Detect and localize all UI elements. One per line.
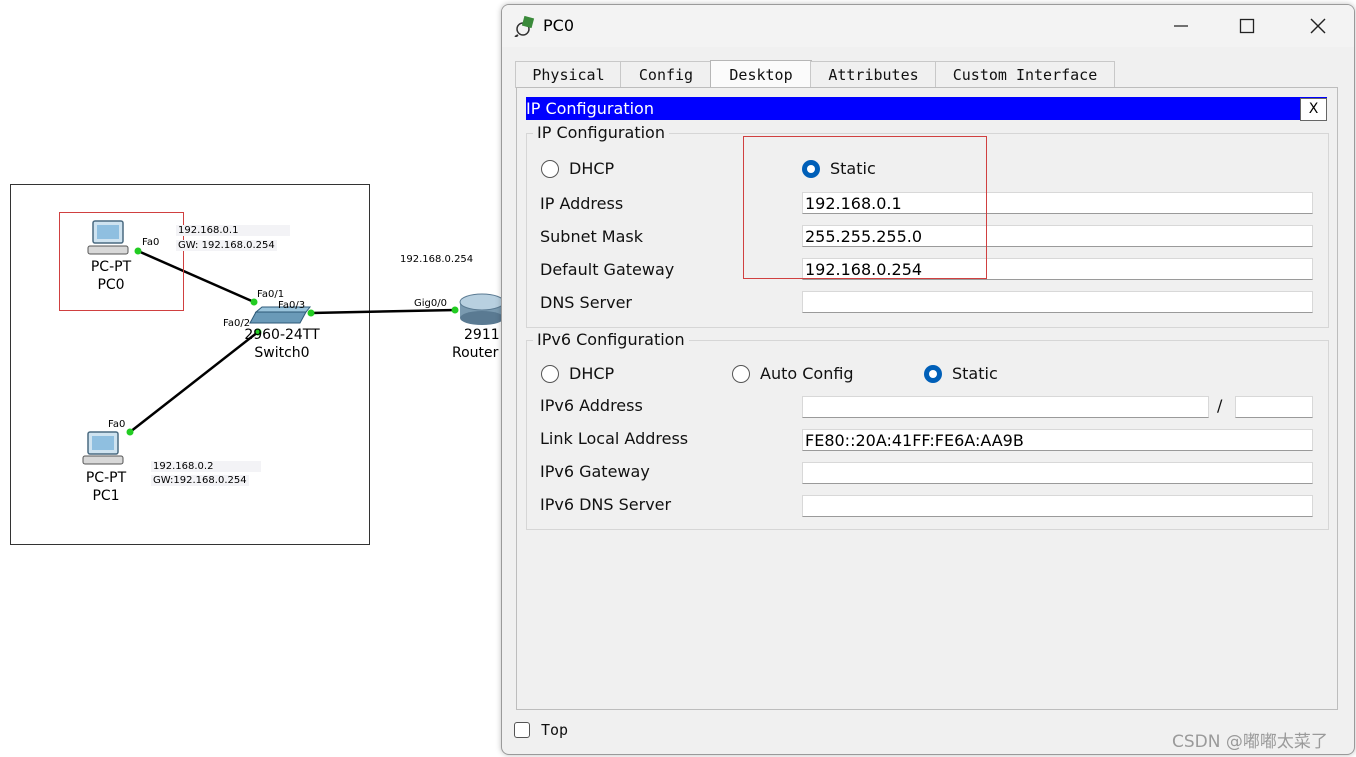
window-titlebar[interactable]: PC0 [502, 5, 1354, 47]
pc0-name-label: PC0 [97, 277, 125, 293]
ipv6-group-title: IPv6 Configuration [533, 330, 689, 349]
ipv4-dhcp-radio[interactable] [541, 160, 559, 178]
switch-type-label: 2960-24TT [244, 327, 320, 343]
tab-attributes[interactable]: Attributes [810, 61, 937, 88]
router-ip-note: 192.168.0.254 [400, 254, 474, 265]
pc1-computer-icon [82, 431, 124, 465]
subnet-mask-label: Subnet Mask [540, 227, 644, 246]
switch-port-fa01-label: Fa0/1 [257, 289, 285, 300]
pc1-type-label: PC-PT [85, 470, 127, 486]
port-dot-pc1 [126, 428, 134, 436]
ipv6-prefix-input[interactable] [1235, 396, 1313, 418]
ipv6-auto-config-label: Auto Config [760, 364, 854, 383]
ipv6-address-label: IPv6 Address [540, 396, 643, 415]
ipv6-gateway-label: IPv6 Gateway [540, 462, 650, 481]
router-type-label: 2911 [464, 327, 500, 343]
top-checkbox-label: Top [541, 721, 569, 739]
ip-config-app-titlebar: IP Configuration [526, 97, 1327, 120]
port-dot-switch-fa03 [307, 309, 315, 317]
csdn-watermark: CSDN @嘟嘟太菜了 [1172, 732, 1328, 752]
ipv6-prefix-separator: / [1217, 396, 1223, 415]
pc0-type-label: PC-PT [90, 259, 132, 275]
close-button[interactable] [1298, 13, 1338, 39]
ipv6-dns-server-input[interactable] [802, 495, 1313, 517]
port-dot-router [451, 306, 459, 314]
dns-server-input[interactable] [802, 291, 1313, 313]
desktop-panel: IP Configuration X IP Configuration DHCP… [516, 87, 1338, 710]
tab-physical[interactable]: Physical [515, 61, 622, 88]
minimize-icon [1174, 25, 1188, 27]
switch-port-fa03-label: Fa0/3 [278, 300, 306, 311]
ipv4-group-title: IP Configuration [533, 123, 669, 142]
highlight-annotation-box [743, 136, 987, 279]
ipv6-static-radio[interactable] [924, 365, 942, 383]
dns-server-label: DNS Server [540, 293, 632, 312]
ipv6-static-label: Static [952, 364, 998, 383]
default-gateway-label: Default Gateway [540, 260, 675, 279]
pc0-port-label: Fa0 [142, 237, 160, 248]
close-icon [1310, 18, 1326, 34]
ip-config-close-button[interactable]: X [1300, 98, 1327, 121]
ipv6-gateway-input[interactable] [802, 462, 1313, 484]
link-local-address-label: Link Local Address [540, 429, 689, 448]
link-local-address-input[interactable]: FE80::20A:41FF:FE6A:AA9B [802, 429, 1313, 451]
pc1-port-label: Fa0 [108, 419, 126, 430]
tab-config[interactable]: Config [620, 61, 712, 88]
pc1-name-label: PC1 [92, 488, 120, 504]
top-checkbox[interactable] [514, 722, 530, 738]
ipv6-auto-config-radio[interactable] [732, 365, 750, 383]
pc0-gw-note: GW: 192.168.0.254 [176, 240, 277, 251]
tab-custom-interface[interactable]: Custom Interface [935, 61, 1115, 88]
link-switch-router [310, 308, 457, 315]
router-port-label: Gig0/0 [414, 298, 447, 309]
pc1-gw-note: GW:192.168.0.254 [151, 475, 249, 486]
pc0-config-window: PC0 Physical Config Desktop Attributes C… [501, 4, 1355, 755]
tab-desktop[interactable]: Desktop [710, 60, 812, 89]
maximize-button[interactable] [1227, 13, 1267, 39]
ipv4-dhcp-label: DHCP [569, 159, 615, 178]
pc0-ip-note: 192.168.0.1 [176, 225, 290, 236]
ipv6-dns-server-label: IPv6 DNS Server [540, 495, 672, 514]
ip-address-label: IP Address [540, 194, 624, 213]
minimize-button[interactable] [1161, 13, 1201, 39]
ipv6-address-input[interactable] [802, 396, 1209, 418]
router-name-label: Router [452, 345, 499, 361]
router-icon [459, 293, 505, 325]
maximize-icon [1239, 18, 1255, 34]
switch-name-label: Switch0 [254, 345, 310, 361]
ipv6-dhcp-radio[interactable] [541, 365, 559, 383]
window-title: PC0 [543, 16, 574, 35]
ipv6-dhcp-label: DHCP [569, 364, 615, 383]
packet-tracer-app-icon [514, 15, 535, 37]
pc1-ip-note: 192.168.0.2 [151, 461, 261, 472]
